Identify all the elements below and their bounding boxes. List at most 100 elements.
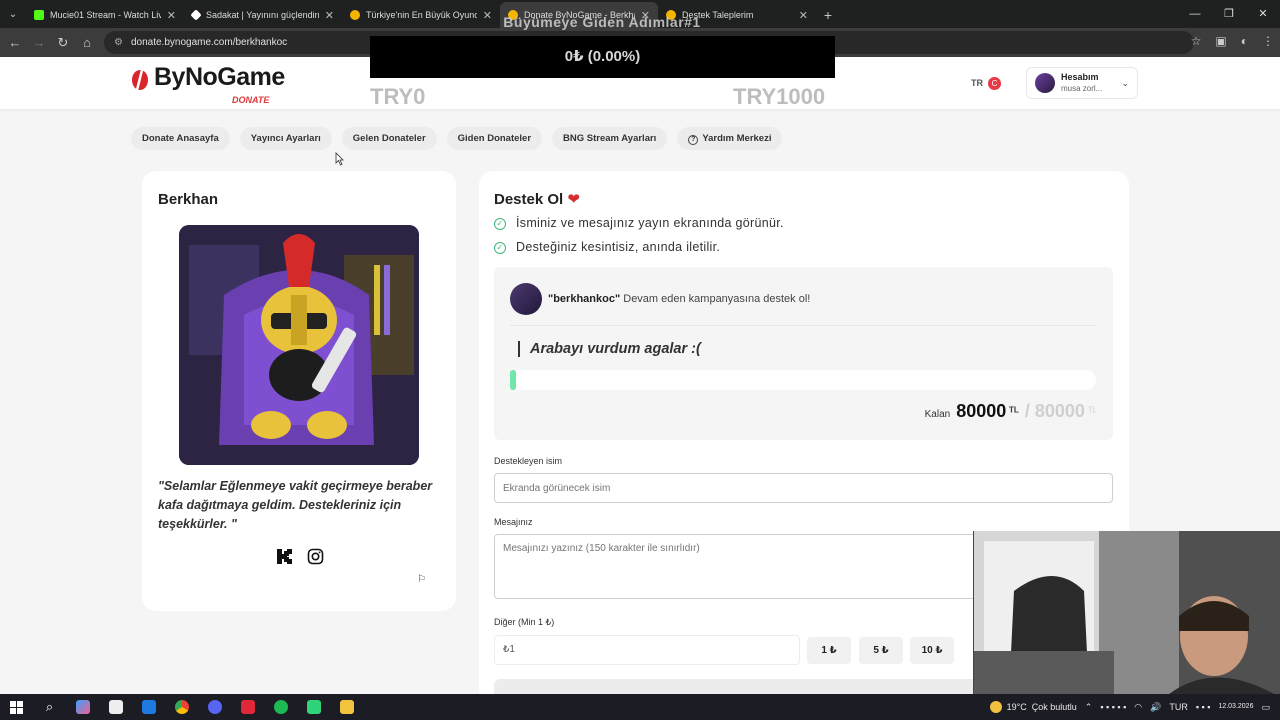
donate-title: Destek Ol ❤ [494,190,580,208]
forward-icon[interactable]: → [27,35,51,50]
campaign-user: "berkhankoc" [548,293,621,305]
chrome-icon[interactable] [165,694,198,720]
nav-donate-home[interactable]: Donate Anasayfa [131,127,230,150]
logo-subtitle: DONATE [232,95,270,105]
file-explorer-icon[interactable] [330,694,363,720]
search-icon[interactable]: ⌕ [33,694,66,720]
social-links [276,548,324,565]
amount-5-button[interactable]: 5 ₺ [859,637,903,664]
amount-label: Diğer (Min 1 ₺) [494,617,555,627]
nav-help-center[interactable]: ? Yardım Merkezi [677,127,783,150]
nav-incoming-donates[interactable]: Gelen Donateler [341,127,437,150]
close-tab-icon[interactable]: ✕ [325,9,334,22]
app-green-icon[interactable] [297,694,330,720]
stream-goal-max: TRY1000 [733,84,826,109]
volume-icon[interactable]: 🔊 [1150,702,1161,713]
back-icon[interactable]: ← [3,35,27,50]
heart-icon: ❤ [567,191,580,208]
mail-icon[interactable] [132,694,165,720]
discord-icon[interactable] [198,694,231,720]
amount-1-button[interactable]: 1 ₺ [807,637,851,664]
close-window-icon[interactable]: ✕ [1246,0,1280,28]
check-circle-icon: ✓ [494,217,506,230]
task-view-icon[interactable] [99,694,132,720]
tab-title: Sadakat | Yayınını güçlendirmek [206,10,319,20]
tab-title: Mucie01 Stream - Watch Live o [50,10,161,20]
amount-input[interactable]: ₺1 [494,635,800,665]
bynogame-favicon-icon [350,10,360,20]
weather-widget[interactable]: 19°C Çok bulutlu [989,701,1077,713]
clock-date: 12.03.2026 [1218,703,1254,710]
tray-chevron-icon[interactable]: ⌃ [1085,702,1093,713]
report-flag-icon[interactable]: ⚐ [417,574,426,585]
kick-icon[interactable] [276,548,293,565]
browser-tab[interactable]: Sadakat | Yayınını güçlendirmek ✕ [184,2,342,28]
instagram-icon[interactable] [307,548,324,565]
minimize-icon[interactable]: — [1178,0,1212,28]
nav-outgoing-donates[interactable]: Giden Donateler [446,127,543,150]
language-selector[interactable]: TR [971,78,983,88]
browser-tab[interactable]: Mucie01 Stream - Watch Live o ✕ [26,2,184,28]
avatar [1035,73,1055,93]
tray-icons[interactable]: ▪ ▪ ▪ ▪ ▪ [1100,702,1126,712]
webcam-overlay [973,531,1280,694]
campaign-progress-bar [510,370,1096,390]
currency-badge[interactable]: C [988,77,1001,90]
webcam-feed-image [974,531,1280,694]
stream-goal-title: Büyümeye Giden Adımlar#1 [503,14,701,30]
wifi-icon[interactable]: ◠ [1134,702,1142,713]
total-currency: TL [1087,405,1097,415]
streamer-name: Berkhan [158,191,219,208]
nav-help-label: Yardım Merkezi [702,133,772,144]
campaign-remaining: Kalan 80000 TL / 80000 TL [925,401,1097,422]
nav-bng-stream-settings[interactable]: BNG Stream Ayarları [552,127,668,150]
mouse-cursor-icon [335,152,344,166]
campaign-avatar [510,283,542,315]
campaign-description: Devam eden kampanyasına destek ol! [620,293,811,305]
check-circle-icon: ✓ [494,241,506,254]
dashboard-nav: Donate Anasayfa Yayıncı Ayarları Gelen D… [131,127,783,150]
amount-10-button[interactable]: 10 ₺ [910,637,954,664]
window-controls: — ❐ ✕ [1178,0,1280,28]
campaign-progress-fill [510,370,516,390]
profile-icon[interactable]: ◐ [1241,34,1248,48]
donor-name-label: Destekleyen isim [494,456,563,466]
donate-title-text: Destek Ol [494,191,564,208]
feature-item: ✓ İsminiz ve mesajınız yayın ekranında gö… [494,216,784,230]
stream-goal-min: TRY0 [370,84,426,109]
app-red-icon[interactable] [231,694,264,720]
url-text: donate.bynogame.com/berkhankoc [130,37,288,48]
spotify-icon[interactable] [264,694,297,720]
tray-icons-right[interactable]: ▪ ▪ ▪ [1196,702,1211,712]
feature-text: Desteğiniz kesintisiz, anında iletilir. [516,240,721,254]
notifications-icon[interactable]: ▭ [1261,702,1270,713]
close-tab-icon[interactable]: ✕ [167,9,176,22]
weather-icon [989,701,1002,713]
clock[interactable]: 12.03.2026 [1218,703,1253,711]
divider [510,325,1096,326]
browser-menu-icon[interactable]: ⋮ [1262,34,1274,48]
campaign-box: "berkhankoc" Devam eden kampanyasına des… [494,267,1113,440]
extensions-icon[interactable]: ▣ [1215,34,1226,48]
reload-icon[interactable]: ↻ [51,35,75,51]
remaining-label: Kalan [924,409,951,420]
bynogame-logo[interactable]: ByNoGame DONATE [130,63,285,105]
site-info-icon[interactable]: ⚙ [114,37,123,48]
home-icon[interactable]: ⌂ [75,35,99,50]
tab-search-icon[interactable]: ⌄ [0,0,26,28]
bookmark-star-icon[interactable]: ☆ [1191,34,1202,48]
donor-name-input[interactable] [494,473,1113,503]
restore-icon[interactable]: ❐ [1212,0,1246,28]
browser-actions: ☆ ▣ ◐ ⋮ [1191,34,1274,48]
nav-streamer-settings[interactable]: Yayıncı Ayarları [239,127,332,150]
windows-start-icon[interactable] [0,694,33,720]
streamer-avatar-image [179,225,419,465]
campaign-text: "berkhankoc" Devam eden kampanyasına des… [548,293,810,305]
account-menu[interactable]: Hesabım musa zorl... ⌄ [1026,67,1138,99]
logo-mark-icon [132,65,148,90]
streamer-profile-card: Berkhan "Selamlar Eğlenmeye vakit geçirm… [142,171,456,611]
copilot-icon[interactable] [66,694,99,720]
input-language[interactable]: TUR [1169,702,1188,712]
remaining-amount: 80000 [956,401,1007,421]
help-icon: ? [688,135,699,145]
